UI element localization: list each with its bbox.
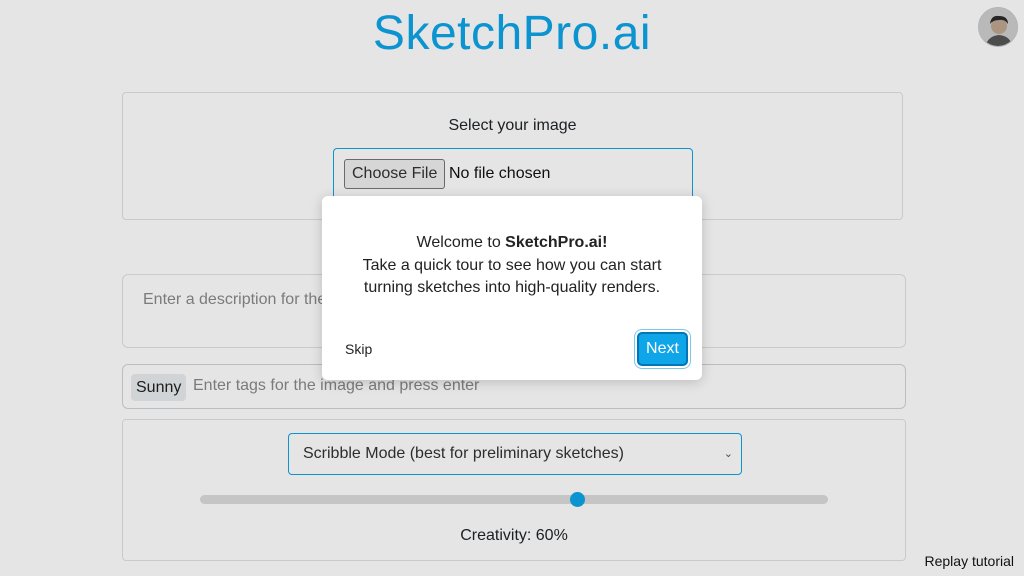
next-button[interactable]: Next [637,332,688,366]
modal-message: Welcome to SketchPro.ai! Take a quick to… [322,232,702,300]
modal-brand-name: SketchPro.ai! [505,234,608,251]
modal-line-2: Take a quick tour to see how you can sta… [362,256,662,274]
welcome-modal: Welcome to SketchPro.ai! Take a quick to… [322,196,702,380]
modal-line-1: Welcome to SketchPro.ai! [322,232,702,255]
replay-tutorial-link[interactable]: Replay tutorial [925,553,1015,569]
skip-button[interactable]: Skip [345,341,372,357]
modal-welcome-prefix: Welcome to [416,234,506,251]
modal-line-3: turning sketches into high-quality rende… [363,279,661,296]
